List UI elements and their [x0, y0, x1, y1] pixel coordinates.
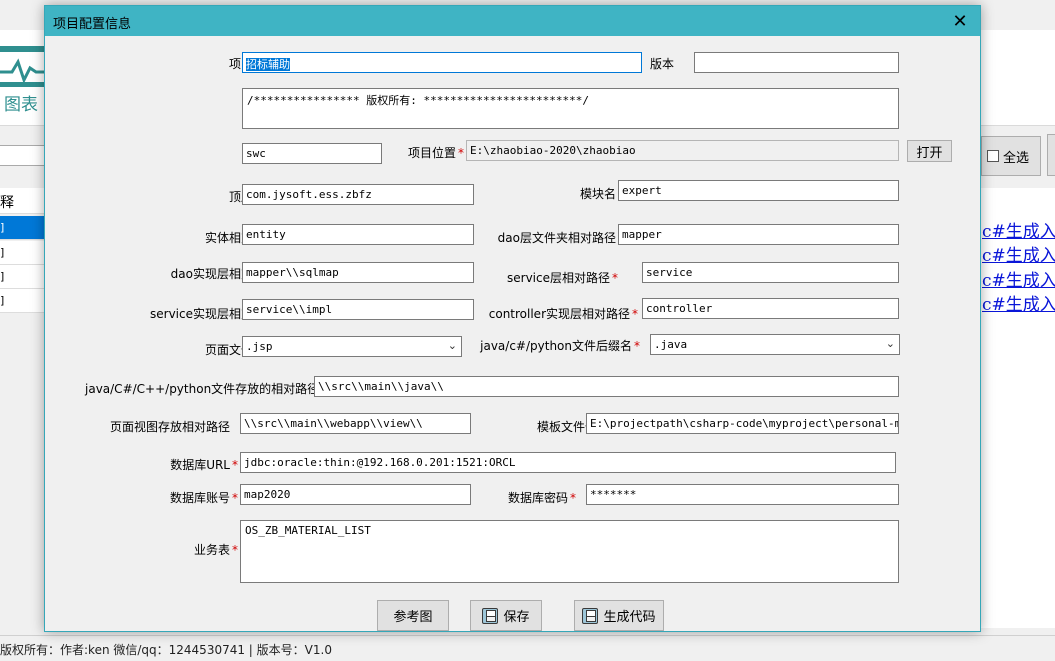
author-input[interactable]: swc: [242, 143, 382, 164]
business-tables-textarea[interactable]: OS_ZB_MATERIAL_LIST: [240, 520, 899, 583]
page-suffix-value: .jsp: [246, 340, 273, 353]
db-url-label: 数据库URL *: [170, 458, 238, 472]
project-name-input[interactable]: 招标辅助: [242, 52, 642, 73]
module-name-input[interactable]: expert: [618, 180, 899, 201]
top-package-input[interactable]: com.jysoft.ess.zbfz: [242, 184, 474, 205]
project-location-input[interactable]: E:\zhaobiao-2020\zhaobiao: [466, 140, 899, 161]
db-account-label: 数据库账号 *: [169, 491, 238, 505]
source-path-label: java/C#/C++/python文件存放的相对路径: [85, 382, 320, 396]
background-grid-row[interactable]: ]: [0, 265, 46, 289]
chevron-down-icon: ⌄: [885, 337, 895, 350]
status-bar: 版权所有：作者:ken 微信/qq：1244530741 | 版本号：V1.0: [0, 635, 1055, 661]
dao-impl-path-input[interactable]: mapper\\sqlmap: [242, 262, 474, 283]
controller-path-input[interactable]: controller: [642, 298, 899, 319]
background-grid-row[interactable]: ]: [0, 289, 46, 313]
generate-entry-link[interactable]: c#生成入: [982, 290, 1055, 315]
db-url-input[interactable]: jdbc:oracle:thin:@192.168.0.201:1521:ORC…: [240, 452, 896, 473]
controller-path-label: controller实现层相对路径 *: [488, 307, 638, 321]
language-suffix-select[interactable]: .java ⌄: [650, 334, 900, 355]
version-label: 版本: [650, 57, 675, 71]
select-all-label: 全选: [1003, 150, 1030, 166]
chart-icon: [0, 46, 44, 87]
select-all-button[interactable]: 全选: [981, 136, 1041, 176]
db-password-label: 数据库密码 *: [507, 491, 576, 505]
generate-entry-link[interactable]: c#生成入: [982, 266, 1055, 291]
service-path-label: service层相对路径 *: [507, 271, 618, 285]
db-account-input[interactable]: map2020: [240, 484, 471, 505]
view-path-label: 页面视图存放相对路径: [109, 420, 230, 434]
service-path-input[interactable]: service: [642, 262, 899, 283]
language-suffix-value: .java: [654, 338, 688, 351]
template-location-input[interactable]: E:\projectpath\csharp-code\myproject\per…: [586, 413, 899, 434]
background-grid-row[interactable]: ]: [0, 216, 46, 240]
project-location-label: 项目位置 *: [408, 146, 465, 160]
background-grid-row[interactable]: ]: [0, 241, 46, 265]
background-grid-header: 释: [0, 188, 46, 214]
generate-code-button[interactable]: 生成代码: [574, 600, 664, 631]
service-impl-path-input[interactable]: service\\impl: [242, 299, 474, 320]
close-button[interactable]: ✕: [940, 6, 980, 36]
generate-entry-link[interactable]: c#生成入: [982, 241, 1055, 266]
view-path-input[interactable]: \\src\\main\\webapp\\view\\: [240, 413, 471, 434]
open-folder-button[interactable]: 打开: [907, 140, 952, 162]
save-icon: [482, 607, 499, 624]
dialog-titlebar[interactable]: 项目配置信息 ✕: [45, 6, 980, 36]
source-path-input[interactable]: \\src\\main\\java\\: [314, 376, 899, 397]
header-textarea[interactable]: /**************** 版权所有: ****************…: [242, 88, 899, 129]
language-suffix-label: java/c#/python文件后缀名 *: [480, 339, 640, 353]
save-icon: [582, 607, 599, 624]
dao-folder-path-label: dao层文件夹相对路径*: [497, 231, 624, 245]
generate-code-label: 生成代码: [603, 610, 656, 625]
save-label: 保存: [503, 610, 530, 625]
db-password-input[interactable]: *******: [586, 484, 899, 505]
checkbox-icon: [987, 150, 999, 162]
version-input[interactable]: [694, 52, 899, 73]
dialog-title: 项目配置信息: [53, 17, 132, 32]
background-toolbar-button[interactable]: [1047, 134, 1055, 176]
business-tables-label: 业务表 *: [193, 543, 238, 557]
project-config-dialog: 项目配置信息 ✕ 项目名称* 招标辅助 版本 头部* /************…: [44, 5, 981, 632]
generate-entry-link[interactable]: c#生成入: [982, 217, 1055, 242]
chart-tab-label[interactable]: 图表: [4, 90, 38, 115]
dao-folder-path-input[interactable]: mapper: [618, 224, 899, 245]
reference-image-button[interactable]: 参考图: [377, 600, 449, 631]
chevron-down-icon: ⌄: [447, 339, 457, 352]
entity-path-input[interactable]: entity: [242, 224, 474, 245]
background-search-field[interactable]: [0, 145, 46, 166]
page-suffix-select[interactable]: .jsp ⌄: [242, 336, 462, 357]
close-icon: ✕: [952, 10, 968, 32]
save-button[interactable]: 保存: [470, 600, 542, 631]
